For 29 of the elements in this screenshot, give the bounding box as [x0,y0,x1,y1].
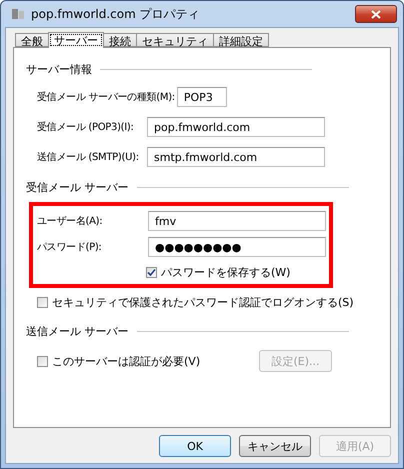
tab[interactable]: 詳細設定 [213,33,269,47]
dialog-button[interactable]: OK [159,435,231,457]
checkbox-label: このサーバーは認証が必要(V) [52,354,200,368]
field-label: ユーザー名(A): [37,215,104,228]
input-field[interactable]: ●●●●●●●●● [148,237,326,257]
input-field[interactable]: fmv [148,211,326,231]
section-heading: 受信メール サーバー [26,180,128,194]
checkbox[interactable] [37,296,48,308]
window-title: pop.fmworld.com プロパティ [31,6,201,22]
tab[interactable]: 接続 [103,33,137,47]
checkbox-label: セキュリティで保護されたパスワード認証でログオンする(S) [52,294,354,310]
field-label: 送信メール (SMTP)(U): [37,151,140,164]
tab[interactable]: 全般 [15,33,49,47]
field-label: 受信メール (POP3)(I): [37,120,135,134]
checkbox-label: パスワードを保存する(W) [161,264,290,280]
tab[interactable]: サーバー [48,32,104,48]
field-label: パスワード(P): [37,241,103,254]
input-field[interactable]: POP3 [176,87,227,107]
dialog-button[interactable]: キャンセル [239,435,311,457]
section-heading: サーバー情報 [26,62,92,76]
tab[interactable]: セキュリティ [136,33,214,47]
checkbox[interactable] [146,266,157,278]
input-field[interactable]: smtp.fmworld.com [147,147,325,167]
checkbox[interactable] [37,356,48,366]
field-label: 受信メール サーバーの種類(M): [37,90,176,104]
input-field[interactable]: pop.fmworld.com [147,117,325,137]
close-button[interactable] [355,5,397,23]
close-icon [371,10,381,18]
section-heading: 送信メール サーバー [26,324,128,338]
